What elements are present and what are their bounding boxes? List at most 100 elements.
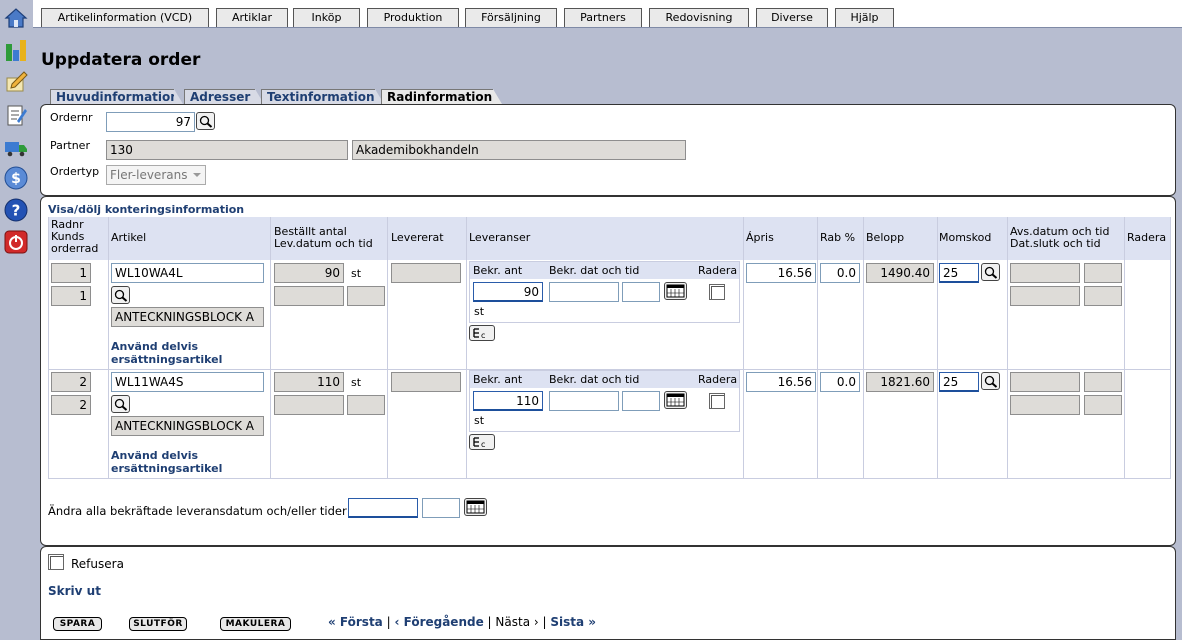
notes-icon[interactable] [4, 103, 28, 127]
replace-article-link-2[interactable]: ersättningsartikel [111, 462, 222, 475]
bestallt-field: 110 [274, 372, 344, 392]
nav-tab-produktion[interactable]: Produktion [367, 8, 459, 27]
nav-tab-inkop[interactable]: Inköp [293, 8, 360, 27]
nav-tab-artiklar[interactable]: Artiklar [216, 8, 288, 27]
unit-label: st [351, 267, 362, 280]
partner-code-field: 130 [106, 140, 348, 160]
artikel-search-button[interactable] [111, 286, 130, 304]
bekr-tid-input[interactable] [622, 282, 660, 302]
momskod-input[interactable]: 25 [939, 372, 979, 392]
col-orderrad: orderrad [51, 242, 99, 255]
apris-input[interactable]: 16.56 [746, 372, 816, 392]
refusera-checkbox[interactable] [48, 554, 64, 570]
bekr-dat-header: Bekr. dat och tid [549, 264, 640, 277]
home-icon[interactable] [4, 6, 28, 30]
rab-input[interactable]: 0.0 [820, 372, 860, 392]
avsdatum-field [1010, 372, 1080, 392]
subtab-radinformation[interactable]: Radinformation [381, 89, 493, 104]
add-delivery-button[interactable]: c [469, 434, 495, 450]
add-row-icon: c [473, 328, 485, 339]
pager-previous[interactable]: ‹ Föregående [394, 615, 483, 629]
makulera-button[interactable]: MAKULERA [220, 617, 291, 631]
momskod-input[interactable]: 25 [939, 263, 979, 283]
radera-checkbox[interactable] [709, 393, 725, 409]
leveranser-table: Bekr. ant Bekr. dat och tid Radera 110 s… [469, 370, 740, 432]
chevron-down-icon [193, 173, 201, 177]
edit-icon[interactable] [4, 70, 28, 94]
magnifier-icon [984, 375, 998, 388]
truck-icon[interactable] [4, 135, 28, 159]
bekr-ant-input[interactable]: 90 [473, 282, 543, 302]
add-delivery-button[interactable]: c [469, 325, 495, 341]
nav-tab-forsaljning[interactable]: Försäljning [465, 8, 557, 27]
belopp-field: 1490.40 [866, 263, 934, 283]
calendar-button[interactable] [664, 282, 687, 300]
rab-input[interactable]: 0.0 [820, 263, 860, 283]
slutkdatum-field [1010, 286, 1080, 306]
toggle-accounting-link[interactable]: Visa/dölj konteringsinformation [48, 203, 244, 216]
sidebar: $ ? [0, 0, 33, 640]
main-content: Uppdatera order Huvudinformation Adresse… [33, 28, 1182, 640]
refusera-label: Refusera [71, 557, 124, 571]
pager-first[interactable]: « Första [328, 615, 383, 629]
pager-separator: | [487, 615, 492, 629]
replace-article-link-2[interactable]: ersättningsartikel [111, 353, 222, 366]
bekr-unit-label: st [474, 305, 485, 318]
momskod-search-button[interactable] [981, 263, 1000, 281]
dollar-icon[interactable]: $ [4, 166, 28, 190]
avstid-field [1084, 372, 1122, 392]
change-all-time-input[interactable] [422, 498, 460, 518]
svg-text:c: c [481, 440, 485, 448]
pager-separator: | [386, 615, 391, 629]
subtab-huvudinformation[interactable]: Huvudinformation [50, 89, 179, 104]
chart-icon[interactable] [4, 38, 28, 62]
top-navigation: Artikelinformation (VCD) Artiklar Inköp … [33, 0, 1182, 28]
col-artikel: Artikel [111, 231, 147, 244]
calendar-button[interactable] [664, 391, 687, 409]
change-all-calendar-button[interactable] [464, 498, 487, 516]
ordernr-label: Ordernr [50, 111, 93, 124]
svg-text:$: $ [11, 171, 21, 187]
bekr-dat-input[interactable] [549, 282, 619, 302]
spara-button[interactable]: SPARA [53, 617, 102, 631]
ordertyp-select[interactable]: Fler-leverans [106, 165, 206, 185]
nav-tab-redovisning[interactable]: Redovisning [649, 8, 749, 27]
slutfor-button[interactable]: SLUTFÖR [129, 617, 187, 631]
nav-tab-artikelinformation[interactable]: Artikelinformation (VCD) [41, 8, 209, 27]
change-all-date-input[interactable] [348, 498, 418, 518]
replace-article-link[interactable]: Använd delvis [111, 449, 198, 462]
artikel-input[interactable]: WL10WA4L [111, 263, 264, 283]
artikel-search-button[interactable] [111, 395, 130, 413]
ordernr-search-button[interactable] [196, 112, 215, 130]
apris-input[interactable]: 16.56 [746, 263, 816, 283]
order-rows-panel: Visa/dölj konteringsinformation Radnr Ku… [40, 196, 1176, 546]
bekr-dat-input[interactable] [549, 391, 619, 411]
nav-tab-partners[interactable]: Partners [564, 8, 642, 27]
subtab-adresser[interactable]: Adresser [184, 89, 255, 104]
help-icon[interactable]: ? [4, 198, 28, 222]
nav-tab-diverse[interactable]: Diverse [756, 8, 828, 27]
col-belopp: Belopp [866, 231, 905, 244]
replace-article-link[interactable]: Använd delvis [111, 340, 198, 353]
momskod-search-button[interactable] [981, 372, 1000, 390]
col-levererat: Levererat [391, 231, 444, 244]
artikel-input[interactable]: WL11WA4S [111, 372, 264, 392]
avstid-field [1084, 263, 1122, 283]
bekr-tid-input[interactable] [622, 391, 660, 411]
radera-checkbox[interactable] [709, 284, 725, 300]
subtab-textinformation[interactable]: Textinformation [261, 89, 375, 104]
add-row-icon: c [473, 437, 485, 448]
print-link[interactable]: Skriv ut [48, 584, 101, 598]
nav-tab-hjalp[interactable]: Hjälp [835, 8, 894, 27]
col-radera: Radera [1127, 231, 1167, 244]
svg-text:c: c [481, 331, 485, 339]
leveranser-table: Bekr. ant Bekr. dat och tid Radera 90 st [469, 261, 740, 323]
pager-last[interactable]: Sista » [550, 615, 596, 629]
bekr-ant-input[interactable]: 110 [473, 391, 543, 411]
magnifier-icon [199, 115, 213, 128]
kunds-orderrad-field: 2 [51, 395, 91, 415]
bestallt-field: 90 [274, 263, 344, 283]
bekr-unit-label: st [474, 414, 485, 427]
ordernr-input[interactable]: 97 [106, 112, 195, 132]
logout-icon[interactable] [4, 230, 28, 254]
